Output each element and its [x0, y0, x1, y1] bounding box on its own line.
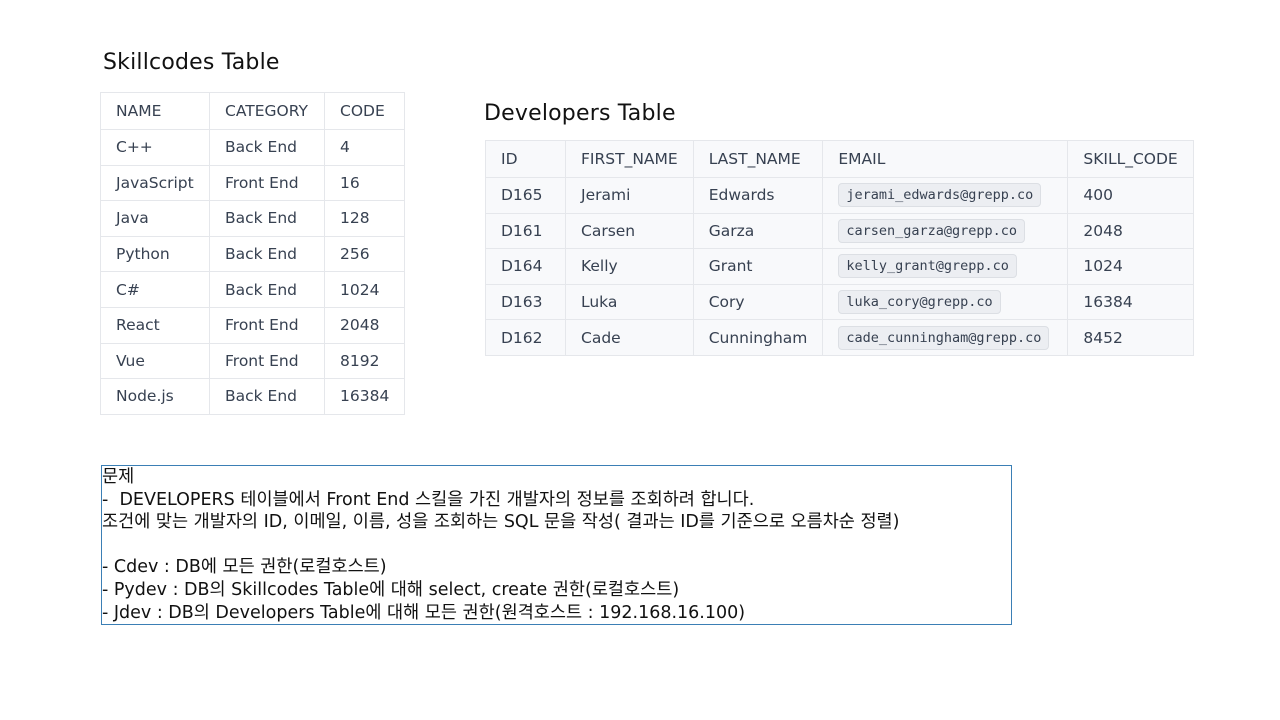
table-cell: D161	[485, 212, 566, 250]
table-row: React Front End 2048	[100, 306, 406, 344]
email-code: jerami_edwards@grepp.co	[838, 183, 1042, 208]
problem-blank-line	[102, 534, 1011, 557]
skillcodes-table-title: Skillcodes Table	[103, 50, 280, 75]
slide: Skillcodes Table NAME CATEGORY CODE C++ …	[0, 0, 1280, 720]
email-code: kelly_grant@grepp.co	[838, 254, 1017, 279]
table-cell: Grant	[692, 248, 824, 285]
email-code: cade_cunningham@grepp.co	[838, 325, 1050, 350]
problem-heading: 문제	[102, 467, 135, 487]
table-cell: 256	[323, 235, 406, 273]
table-cell: kelly_grant@grepp.co	[822, 248, 1069, 285]
table-cell: Python	[100, 235, 210, 273]
table-cell: luka_cory@grepp.co	[822, 283, 1069, 321]
problem-line: - Jdev : DB의 Developers Table에 대해 모든 권한(…	[102, 602, 746, 623]
table-cell: React	[100, 306, 210, 344]
table-row: D164 Kelly Grant kelly_grant@grepp.co 10…	[485, 248, 1194, 285]
table-cell: Java	[100, 200, 210, 237]
table-cell: 8192	[323, 342, 406, 380]
column-header: ID	[485, 140, 566, 178]
table-cell: Edwards	[692, 177, 824, 214]
column-header: NAME	[100, 92, 210, 130]
table-cell: C++	[100, 129, 210, 166]
table-row: JavaScript Front End 16	[100, 164, 406, 202]
column-header: EMAIL	[822, 140, 1069, 178]
table-cell: Cory	[692, 283, 824, 321]
table-cell: Garza	[692, 212, 824, 250]
table-cell: D164	[485, 248, 566, 285]
table-cell: Cunningham	[692, 319, 824, 356]
table-row: C# Back End 1024	[100, 271, 406, 308]
table-cell: 16	[323, 164, 406, 202]
column-header: CATEGORY	[209, 92, 325, 130]
table-cell: Cade	[565, 319, 694, 356]
table-cell: cade_cunningham@grepp.co	[822, 319, 1069, 356]
table-cell: Front End	[209, 306, 325, 344]
table-cell: Jerami	[565, 177, 694, 214]
problem-line: - Cdev : DB에 모든 권한(로컬호스트)	[102, 557, 387, 578]
problem-line: - Pydev : DB의 Skillcodes Table에 대해 selec…	[102, 579, 680, 600]
column-header: FIRST_NAME	[565, 140, 694, 178]
table-cell: D163	[485, 283, 566, 321]
table-cell: Back End	[209, 271, 325, 308]
table-cell: 8452	[1067, 319, 1194, 356]
table-row: D161 Carsen Garza carsen_garza@grepp.co …	[485, 212, 1194, 250]
table-row: C++ Back End 4	[100, 129, 406, 166]
developers-table: ID FIRST_NAME LAST_NAME EMAIL SKILL_CODE…	[485, 140, 1194, 356]
table-cell: Kelly	[565, 248, 694, 285]
table-cell: C#	[100, 271, 210, 308]
table-cell: D165	[485, 177, 566, 214]
email-code: carsen_garza@grepp.co	[838, 218, 1026, 243]
column-header: CODE	[323, 92, 406, 130]
table-cell: Back End	[209, 378, 325, 415]
column-header: SKILL_CODE	[1067, 140, 1194, 178]
skillcodes-table: NAME CATEGORY CODE C++ Back End 4 JavaSc…	[100, 92, 406, 415]
table-row: Vue Front End 8192	[100, 342, 406, 380]
table-cell: Front End	[209, 164, 325, 202]
column-header: LAST_NAME	[692, 140, 824, 178]
table-cell: jerami_edwards@grepp.co	[822, 177, 1069, 214]
table-cell: Node.js	[100, 378, 210, 415]
table-cell: 1024	[323, 271, 406, 308]
developers-table-title: Developers Table	[484, 101, 676, 126]
table-cell: Front End	[209, 342, 325, 380]
table-cell: 1024	[1067, 248, 1194, 285]
table-cell: Back End	[209, 235, 325, 273]
table-cell: 4	[323, 129, 406, 166]
table-cell: D162	[485, 319, 566, 356]
problem-line: 조건에 맞는 개발자의 ID, 이메일, 이름, 성을 조회하는 SQL 문을 …	[102, 512, 900, 533]
table-row: Python Back End 256	[100, 235, 406, 273]
table-header-row: NAME CATEGORY CODE	[100, 92, 406, 130]
email-code: luka_cory@grepp.co	[838, 290, 1001, 315]
table-header-row: ID FIRST_NAME LAST_NAME EMAIL SKILL_CODE	[485, 140, 1194, 178]
table-cell: 128	[323, 200, 406, 237]
table-row: Node.js Back End 16384	[100, 378, 406, 415]
table-cell: Vue	[100, 342, 210, 380]
table-cell: 16384	[1067, 283, 1194, 321]
problem-line: - DEVELOPERS 테이블에서 Front End 스킬을 가진 개발자의…	[102, 489, 755, 510]
table-row: D165 Jerami Edwards jerami_edwards@grepp…	[485, 177, 1194, 214]
table-cell: 400	[1067, 177, 1194, 214]
table-cell: carsen_garza@grepp.co	[822, 212, 1069, 250]
table-cell: Carsen	[565, 212, 694, 250]
table-cell: Luka	[565, 283, 694, 321]
table-row: D162 Cade Cunningham cade_cunningham@gre…	[485, 319, 1194, 356]
table-cell: 2048	[323, 306, 406, 344]
table-row: Java Back End 128	[100, 200, 406, 237]
table-cell: 16384	[323, 378, 406, 415]
table-cell: Back End	[209, 200, 325, 237]
problem-text-box: 문제 - DEVELOPERS 테이블에서 Front End 스킬을 가진 개…	[101, 465, 1012, 625]
table-cell: Back End	[209, 129, 325, 166]
table-cell: JavaScript	[100, 164, 210, 202]
table-row: D163 Luka Cory luka_cory@grepp.co 16384	[485, 283, 1194, 321]
table-cell: 2048	[1067, 212, 1194, 250]
